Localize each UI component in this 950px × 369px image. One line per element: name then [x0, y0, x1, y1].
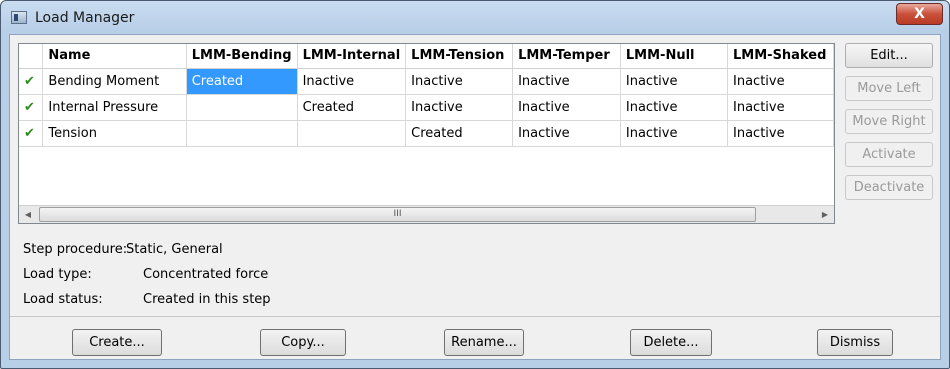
load-table: Name LMM-Bending LMM-Internal LMM-Tensio… — [19, 44, 834, 147]
row-name-cell[interactable]: Bending Moment — [42, 68, 187, 95]
step-procedure-label: Step procedure: — [23, 242, 128, 257]
column-header-lmm-tension[interactable]: LMM-Tension — [405, 44, 514, 69]
divider — [10, 316, 940, 317]
table-cell[interactable]: Inactive — [512, 68, 621, 95]
table-cell[interactable]: Inactive — [620, 94, 729, 121]
column-header-lmm-null[interactable]: LMM-Null — [620, 44, 729, 69]
close-button[interactable]: X — [896, 3, 943, 25]
table-cell[interactable]: Created — [405, 120, 514, 147]
dismiss-button[interactable]: Dismiss — [817, 329, 893, 356]
scroll-right-arrow-icon[interactable]: ▶ — [816, 206, 834, 223]
load-status-label: Load status: — [23, 292, 103, 307]
table-cell[interactable]: Inactive — [405, 68, 514, 95]
column-header-lmm-internal[interactable]: LMM-Internal — [297, 44, 407, 69]
load-status-value: Created in this step — [143, 292, 271, 307]
load-status-row: Load status: Created in this step — [23, 292, 271, 307]
step-procedure-row: Step procedure: Static, General — [23, 242, 223, 257]
deactivate-button[interactable]: Deactivate — [845, 175, 933, 200]
row-name-cell[interactable]: Internal Pressure — [42, 94, 187, 121]
step-procedure-value: Static, General — [126, 242, 223, 257]
table-cell[interactable]: Inactive — [297, 68, 407, 95]
column-header-name[interactable]: Name — [42, 44, 187, 69]
load-grid: Name LMM-Bending LMM-Internal LMM-Tensio… — [18, 43, 835, 224]
column-header-status[interactable] — [19, 44, 44, 69]
column-header-lmm-shaked[interactable]: LMM-Shaked — [727, 44, 834, 69]
dialog-client-area: Name LMM-Bending LMM-Internal LMM-Tensio… — [9, 34, 941, 360]
load-manager-window: Load Manager X Name LMM-Bending LMM-Inte… — [0, 0, 950, 369]
table-header-row: Name LMM-Bending LMM-Internal LMM-Tensio… — [19, 44, 834, 69]
move-right-button[interactable]: Move Right — [845, 109, 933, 134]
table-cell[interactable]: Inactive — [512, 120, 621, 147]
column-header-lmm-bending[interactable]: LMM-Bending — [186, 44, 298, 69]
edit-button[interactable]: Edit... — [845, 43, 933, 68]
activate-button[interactable]: Activate — [845, 142, 933, 167]
rename-button[interactable]: Rename... — [444, 329, 524, 356]
active-check-icon: ✔ — [19, 120, 44, 147]
table-cell[interactable]: Inactive — [620, 68, 729, 95]
delete-button[interactable]: Delete... — [630, 329, 712, 356]
table-cell[interactable]: Inactive — [405, 94, 514, 121]
column-header-lmm-temper[interactable]: LMM-Temper — [512, 44, 621, 69]
table-row[interactable]: ✔ Bending Moment Created Inactive Inacti… — [19, 68, 834, 95]
active-check-icon: ✔ — [19, 68, 44, 95]
table-cell[interactable] — [297, 120, 407, 147]
copy-button[interactable]: Copy... — [260, 329, 346, 356]
move-left-button[interactable]: Move Left — [845, 76, 933, 101]
table-cell[interactable]: Inactive — [727, 94, 834, 121]
horizontal-scrollbar[interactable]: ◀ III ▶ — [19, 205, 834, 223]
scroll-left-arrow-icon[interactable]: ◀ — [19, 206, 37, 223]
table-row[interactable]: ✔ Internal Pressure Created Inactive Ina… — [19, 94, 834, 121]
table-row[interactable]: ✔ Tension Created Inactive Inactive Inac… — [19, 120, 834, 147]
table-cell[interactable]: Inactive — [620, 120, 729, 147]
load-type-label: Load type: — [23, 267, 92, 282]
table-cell[interactable]: Inactive — [727, 68, 834, 95]
app-icon — [11, 11, 27, 24]
scrollbar-thumb[interactable]: III — [39, 207, 756, 222]
title-bar[interactable]: Load Manager X — [1, 1, 949, 35]
table-cell[interactable]: Created — [186, 68, 298, 95]
table-cell[interactable]: Created — [297, 94, 407, 121]
load-type-value: Concentrated force — [143, 267, 269, 282]
table-cell[interactable] — [186, 120, 298, 147]
table-cell[interactable]: Inactive — [727, 120, 834, 147]
window-title: Load Manager — [35, 10, 135, 26]
load-type-row: Load type: Concentrated force — [23, 267, 268, 282]
create-button[interactable]: Create... — [72, 329, 162, 356]
table-cell[interactable] — [186, 94, 298, 121]
active-check-icon: ✔ — [19, 94, 44, 121]
row-name-cell[interactable]: Tension — [42, 120, 187, 147]
table-cell[interactable]: Inactive — [512, 94, 621, 121]
